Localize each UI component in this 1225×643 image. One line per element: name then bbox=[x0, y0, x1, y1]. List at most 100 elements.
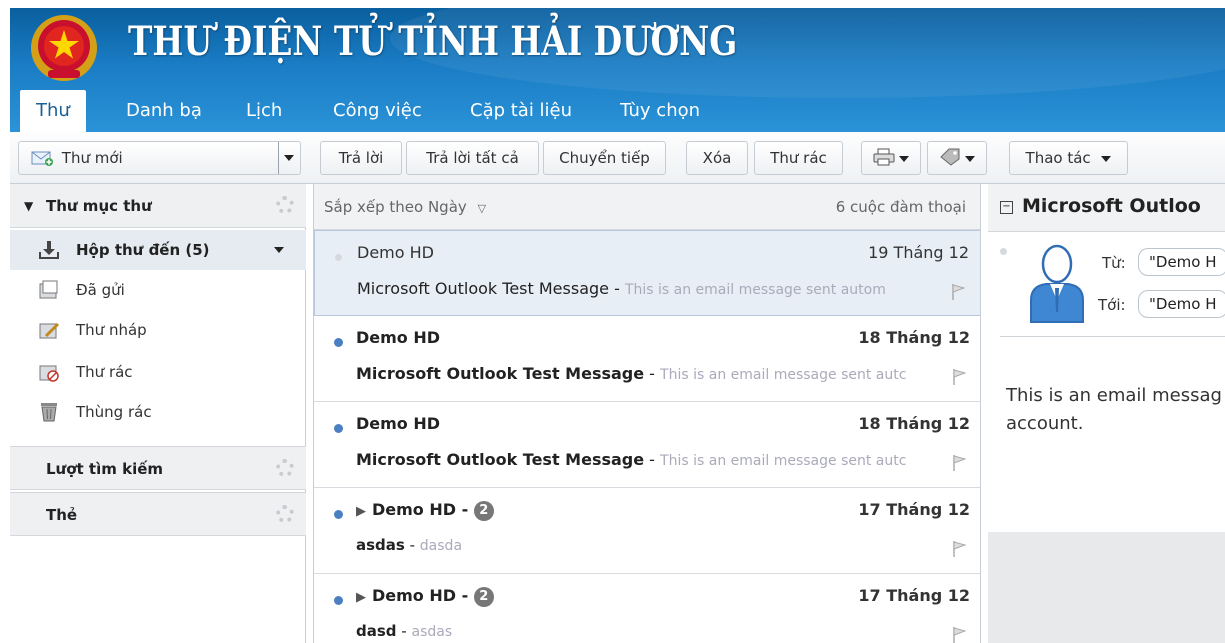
message-date: 18 Tháng 12 bbox=[858, 414, 970, 433]
contact-avatar-icon bbox=[1030, 244, 1084, 323]
message-date: 17 Tháng 12 bbox=[858, 500, 970, 519]
message-subject: asdas bbox=[356, 536, 405, 554]
folder-junk-label: Thư rác bbox=[76, 363, 133, 381]
trash-icon bbox=[41, 403, 57, 422]
tags-header[interactable]: Thẻ bbox=[10, 492, 306, 536]
folders-header[interactable]: ▼ Thư mục thư bbox=[10, 184, 306, 228]
collapse-triangle-icon: ▼ bbox=[24, 199, 34, 213]
read-status-icon[interactable] bbox=[335, 254, 342, 261]
actions-dropdown-caret bbox=[1101, 155, 1112, 162]
tab-calendar[interactable]: Lịch bbox=[246, 90, 282, 132]
reading-pane: − Microsoft Outloo Từ: "Demo H Tới: "Dem… bbox=[988, 184, 1225, 643]
folder-junk[interactable]: Thư rác bbox=[10, 352, 306, 392]
print-dropdown-caret bbox=[899, 155, 910, 162]
unread-status-icon[interactable] bbox=[334, 338, 343, 347]
message-list-header: Sắp xếp theo Ngày ▽ 6 cuộc đàm thoại bbox=[314, 184, 980, 232]
tab-briefcase[interactable]: Cặp tài liệu bbox=[470, 90, 572, 132]
folder-trash[interactable]: Thùng rác bbox=[10, 392, 306, 432]
forward-button[interactable]: Chuyển tiếp bbox=[543, 141, 666, 175]
sent-icon bbox=[39, 280, 58, 299]
junk-icon bbox=[39, 365, 59, 382]
tab-preferences[interactable]: Tùy chọn bbox=[620, 90, 700, 132]
tab-tasks[interactable]: Công việc bbox=[333, 90, 422, 132]
message-preview: dasda bbox=[419, 538, 463, 554]
folder-pane: ▼ Thư mục thư Hộp thư đến (5) Đã gửi Thư… bbox=[10, 184, 306, 643]
new-mail-dropdown[interactable] bbox=[278, 142, 300, 174]
tab-contacts[interactable]: Danh bạ bbox=[126, 90, 202, 132]
unread-status-icon[interactable] bbox=[334, 596, 343, 605]
message-body: This is an email messag account. bbox=[1006, 382, 1225, 438]
folder-inbox[interactable]: Hộp thư đến (5) bbox=[10, 230, 306, 270]
tab-mail[interactable]: Thư bbox=[20, 90, 86, 132]
app-title: THƯ ĐIỆN TỬ TỈNH HẢI DƯƠNG bbox=[128, 18, 738, 65]
folder-inbox-label: Hộp thư đến (5) bbox=[76, 241, 210, 259]
message-subject: Microsoft Outlook Test Message bbox=[356, 450, 645, 469]
from-label: Từ: bbox=[1102, 254, 1126, 272]
message-subject: Microsoft Outlook Test Message bbox=[356, 364, 645, 383]
conversation-row[interactable]: ▶ Demo HD - 2 17 Tháng 12 dasd - asdas bbox=[314, 574, 980, 643]
conversation-row[interactable]: ▶ Demo HD - 2 17 Tháng 12 asdas - dasda bbox=[314, 488, 980, 574]
unread-status-icon[interactable] bbox=[334, 424, 343, 433]
reading-pane-header: − Microsoft Outloo bbox=[988, 184, 1225, 232]
message-date: 19 Tháng 12 bbox=[868, 243, 969, 262]
folder-sent[interactable]: Đã gửi bbox=[10, 270, 306, 310]
message-row[interactable]: Demo HD 19 Tháng 12 Microsoft Outlook Te… bbox=[314, 230, 980, 316]
collapse-message-icon[interactable]: − bbox=[1000, 201, 1013, 214]
gear-icon[interactable] bbox=[276, 459, 294, 477]
message-sender: Demo HD - bbox=[372, 500, 469, 519]
to-address[interactable]: "Demo H bbox=[1138, 290, 1225, 318]
tags-header-label: Thẻ bbox=[46, 506, 78, 524]
actions-button[interactable]: Thao tác bbox=[1009, 141, 1128, 175]
tag-button[interactable] bbox=[927, 141, 987, 175]
message-subject-line: Microsoft Outlook Test Message - This is… bbox=[357, 279, 886, 298]
print-button[interactable] bbox=[861, 141, 921, 175]
read-status-icon[interactable] bbox=[1000, 248, 1007, 255]
sort-direction-icon: ▽ bbox=[477, 202, 487, 215]
flag-icon[interactable] bbox=[952, 540, 966, 558]
conversation-count: 6 cuộc đàm thoại bbox=[835, 198, 966, 216]
gear-icon[interactable] bbox=[276, 196, 294, 214]
expand-conversation-icon[interactable]: ▶ bbox=[356, 504, 366, 519]
drafts-icon bbox=[39, 322, 60, 339]
message-subject-line: Microsoft Outlook Test Message - This is… bbox=[356, 450, 907, 469]
unread-status-icon[interactable] bbox=[334, 510, 343, 519]
message-date: 17 Tháng 12 bbox=[858, 586, 970, 605]
searches-header[interactable]: Lượt tìm kiếm bbox=[10, 446, 306, 490]
header-divider bbox=[1000, 336, 1225, 337]
reply-button[interactable]: Trả lời bbox=[320, 141, 402, 175]
new-mail-label: Thư mới bbox=[61, 149, 123, 167]
message-subject-title: Microsoft Outloo bbox=[1022, 195, 1201, 217]
reply-all-button[interactable]: Trả lời tất cả bbox=[406, 141, 539, 175]
message-date: 18 Tháng 12 bbox=[858, 328, 970, 347]
message-subject: dasd bbox=[356, 622, 397, 640]
searches-header-label: Lượt tìm kiếm bbox=[46, 460, 164, 478]
sort-by-date-button[interactable]: Sắp xếp theo Ngày ▽ bbox=[324, 184, 486, 232]
delete-button[interactable]: Xóa bbox=[686, 141, 748, 175]
inbox-dropdown-caret[interactable] bbox=[274, 247, 284, 253]
gear-icon[interactable] bbox=[276, 505, 294, 523]
flag-icon[interactable] bbox=[951, 283, 965, 301]
flag-icon[interactable] bbox=[952, 368, 966, 386]
message-preview: This is an email message sent autom bbox=[624, 282, 886, 298]
inbox-icon bbox=[39, 241, 59, 259]
flag-icon[interactable] bbox=[952, 454, 966, 472]
message-list: Sắp xếp theo Ngày ▽ 6 cuộc đàm thoại Dem… bbox=[313, 184, 981, 643]
mail-toolbar: Thư mới Trả lời Trả lời tất cả Chuyển ti… bbox=[10, 132, 1225, 184]
flag-icon[interactable] bbox=[952, 626, 966, 643]
national-emblem-icon bbox=[31, 15, 97, 81]
message-subject: Microsoft Outlook Test Message bbox=[357, 279, 609, 298]
tag-dropdown-caret bbox=[965, 155, 976, 162]
expand-conversation-icon[interactable]: ▶ bbox=[356, 590, 366, 605]
new-mail-button[interactable]: Thư mới bbox=[18, 141, 301, 175]
message-preview: This is an email message sent autc bbox=[660, 453, 907, 469]
from-address[interactable]: "Demo H bbox=[1138, 248, 1225, 276]
spam-button[interactable]: Thư rác bbox=[754, 141, 843, 175]
message-row[interactable]: Demo HD 18 Tháng 12 Microsoft Outlook Te… bbox=[314, 316, 980, 402]
tag-icon bbox=[939, 148, 960, 166]
message-preview: asdas bbox=[411, 624, 453, 640]
message-row[interactable]: Demo HD 18 Tháng 12 Microsoft Outlook Te… bbox=[314, 402, 980, 488]
message-subject-line: asdas - dasda bbox=[356, 536, 463, 554]
folder-drafts[interactable]: Thư nháp bbox=[10, 310, 306, 350]
folder-drafts-label: Thư nháp bbox=[76, 321, 147, 339]
conversation-sender-line: ▶ Demo HD - 2 bbox=[356, 500, 494, 521]
